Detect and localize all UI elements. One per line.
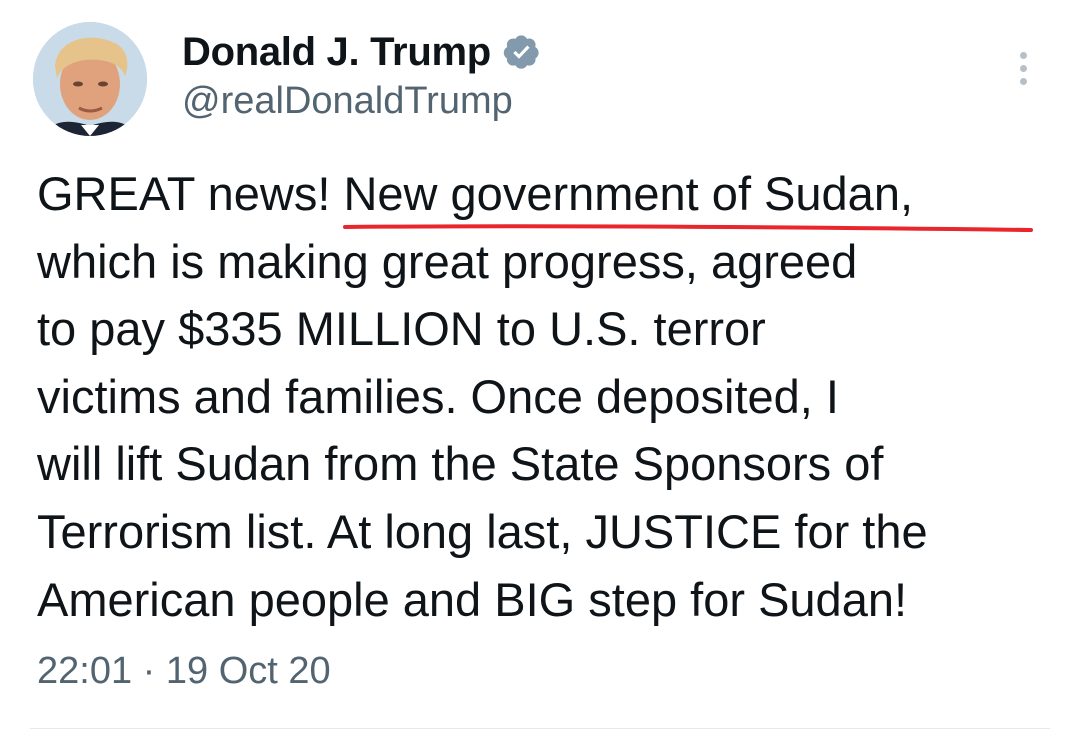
red-underline-annotation [343, 224, 1033, 232]
tweet-card: Donald J. Trump @realDonaldTrump GREAT n… [0, 0, 1080, 733]
author-name-row: Donald J. Trump [182, 28, 541, 76]
more-dot [1019, 64, 1027, 72]
profile-photo [33, 22, 147, 136]
tweet-line: to pay $335 MILLION to U.S. terror [37, 302, 766, 356]
timestamp[interactable]: 22:01 · 19 Oct 20 [37, 650, 331, 693]
divider [30, 728, 1050, 729]
avatar[interactable] [33, 22, 147, 136]
tweet-line: victims and families. Once deposited, I [37, 369, 839, 423]
more-dot [1019, 51, 1027, 59]
tweet-line: American people and BIG step for Sudan! [37, 572, 908, 626]
handle[interactable]: @realDonaldTrump [182, 80, 513, 123]
more-vertical-icon[interactable] [1008, 46, 1038, 90]
more-dot [1019, 77, 1027, 85]
tweet-line: which is making great progress, agreed [37, 234, 858, 288]
tweet-line: Terrorism list. At long last, JUSTICE fo… [37, 504, 928, 558]
tweet-line: GREAT news! New government of Sudan, [37, 167, 914, 220]
tweet-line: will lift Sudan from the State Sponsors … [37, 437, 884, 491]
display-name[interactable]: Donald J. Trump [182, 30, 491, 75]
verified-badge-icon [503, 35, 539, 69]
